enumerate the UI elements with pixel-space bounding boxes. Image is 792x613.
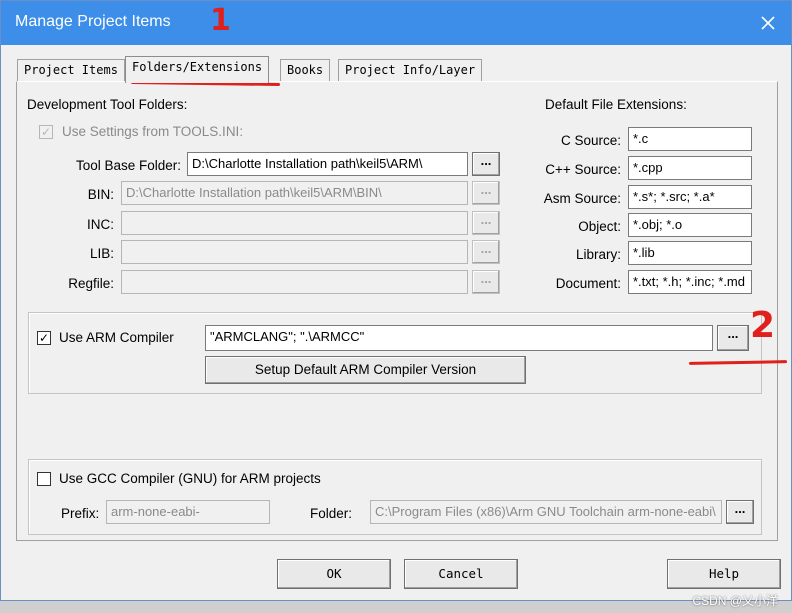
tool-base-folder-input[interactable]: D:\Charlotte Installation path\keil5\ARM… bbox=[187, 152, 468, 176]
library-label: Library: bbox=[575, 247, 621, 262]
file-extensions-heading: Default File Extensions: bbox=[545, 97, 687, 112]
tab-label: Folders/Extensions bbox=[132, 60, 263, 74]
tab-label: Project Info/Layer bbox=[345, 63, 476, 77]
asm-source-input[interactable]: *.s*; *.src; *.a* bbox=[628, 185, 752, 209]
tab-project-items[interactable]: Project Items bbox=[17, 59, 125, 81]
use-gcc-compiler-checkbox[interactable] bbox=[37, 472, 51, 486]
regfile-label: Regfile: bbox=[68, 276, 114, 291]
regfile-input[interactable] bbox=[121, 270, 468, 294]
window-title: Manage Project Items bbox=[15, 13, 171, 30]
annotation-mark-2: 2 bbox=[750, 305, 776, 346]
asm-source-label: Asm Source: bbox=[543, 191, 621, 206]
inc-input[interactable] bbox=[121, 211, 468, 235]
cpp-source-label: C++ Source: bbox=[545, 162, 621, 177]
use-settings-label: Use Settings from TOOLS.INI: bbox=[62, 124, 244, 139]
library-input[interactable]: *.lib bbox=[628, 241, 752, 265]
gcc-folder-browse-button[interactable]: ... bbox=[726, 500, 754, 524]
gcc-folder-input[interactable]: C:\Program Files (x86)\Arm GNU Toolchain… bbox=[370, 500, 722, 524]
ok-button[interactable]: OK bbox=[277, 559, 391, 589]
arm-compiler-browse-button[interactable]: ... bbox=[717, 325, 749, 351]
bin-browse-button[interactable]: ... bbox=[472, 181, 500, 205]
dev-tool-folders-heading: Development Tool Folders: bbox=[27, 97, 188, 112]
c-source-label: C Source: bbox=[560, 133, 621, 148]
use-arm-compiler-checkbox[interactable]: ✓ bbox=[37, 331, 51, 345]
bin-label: BIN: bbox=[87, 187, 114, 202]
annotation-mark-1: 1 bbox=[210, 3, 231, 38]
gcc-folder-label: Folder: bbox=[310, 506, 353, 521]
document-input[interactable]: *.txt; *.h; *.inc; *.md bbox=[628, 270, 752, 294]
c-source-input[interactable]: *.c bbox=[628, 127, 752, 151]
inc-label: INC: bbox=[87, 217, 114, 232]
lib-browse-button[interactable]: ... bbox=[472, 240, 500, 264]
lib-input[interactable] bbox=[121, 240, 468, 264]
regfile-browse-button[interactable]: ... bbox=[472, 270, 500, 294]
help-button[interactable]: Help bbox=[667, 559, 781, 589]
tool-base-folder-label: Tool Base Folder: bbox=[75, 158, 181, 173]
close-button[interactable] bbox=[751, 7, 785, 39]
object-label: Object: bbox=[578, 219, 621, 234]
inc-browse-button[interactable]: ... bbox=[472, 211, 500, 235]
tab-label: Books bbox=[287, 63, 324, 77]
setup-arm-compiler-button[interactable]: Setup Default ARM Compiler Version bbox=[205, 356, 526, 384]
lib-label: LIB: bbox=[89, 246, 114, 261]
cpp-source-input[interactable]: *.cpp bbox=[628, 156, 752, 180]
cancel-button[interactable]: Cancel bbox=[404, 559, 518, 589]
title-bar: Manage Project Items bbox=[1, 1, 791, 45]
tab-folders-extensions[interactable]: Folders/Extensions bbox=[125, 56, 270, 83]
tab-project-info-layer[interactable]: Project Info/Layer bbox=[338, 59, 483, 81]
bin-input[interactable]: D:\Charlotte Installation path\keil5\ARM… bbox=[121, 181, 468, 205]
use-settings-checkbox[interactable]: ✓ bbox=[39, 125, 53, 139]
tab-label: Project Items bbox=[24, 63, 118, 77]
manage-project-items-dialog: Manage Project Items Project Items Folde… bbox=[0, 0, 792, 601]
use-gcc-compiler-label: Use GCC Compiler (GNU) for ARM projects bbox=[59, 471, 321, 486]
tab-books[interactable]: Books bbox=[280, 59, 331, 81]
document-label: Document: bbox=[555, 276, 621, 291]
tool-base-browse-button[interactable]: ... bbox=[472, 152, 500, 176]
gcc-prefix-label: Prefix: bbox=[61, 506, 100, 521]
arm-compiler-input[interactable]: "ARMCLANG"; ".\ARMCC" bbox=[205, 325, 713, 351]
csdn-watermark: CSDN @乂小洋 bbox=[692, 594, 778, 608]
use-arm-compiler-label: Use ARM Compiler bbox=[59, 330, 174, 345]
object-input[interactable]: *.obj; *.o bbox=[628, 213, 752, 237]
gcc-prefix-input[interactable]: arm-none-eabi- bbox=[106, 500, 270, 524]
close-icon bbox=[761, 16, 775, 30]
